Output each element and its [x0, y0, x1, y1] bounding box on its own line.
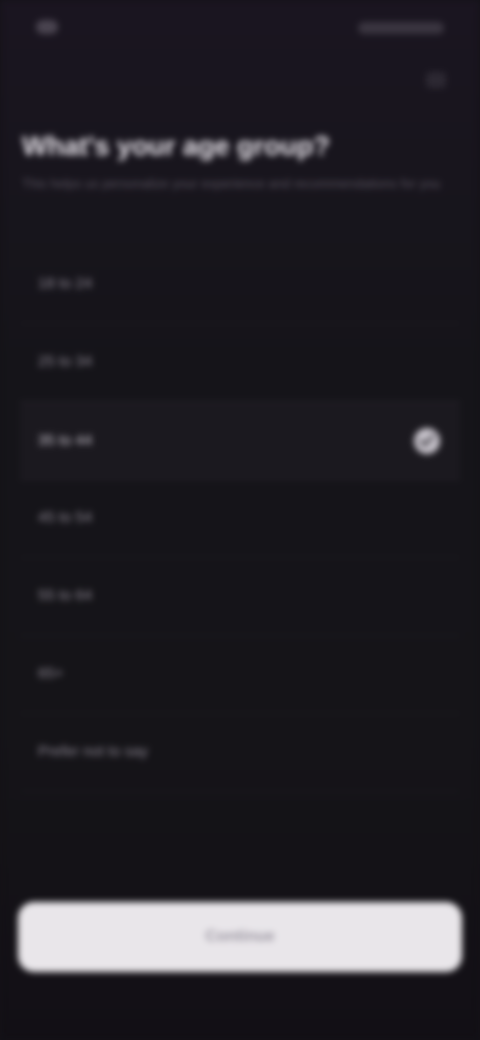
- age-option-label: 25 to 34: [38, 353, 93, 370]
- check-icon: [414, 428, 440, 454]
- status-bar: [0, 0, 480, 62]
- page-subtitle: This helps us personalize your experienc…: [22, 176, 441, 191]
- age-option[interactable]: 65+: [20, 636, 460, 714]
- age-option-label: 55 to 64: [38, 587, 93, 604]
- age-option[interactable]: 45 to 54: [20, 480, 460, 558]
- age-option-label: 18 to 24: [38, 275, 93, 292]
- skip-icon[interactable]: [426, 72, 446, 88]
- continue-button[interactable]: Continue: [18, 902, 462, 972]
- status-icons: [358, 22, 444, 34]
- age-option-label: Prefer not to say: [38, 743, 149, 760]
- status-time: [36, 20, 58, 34]
- age-option[interactable]: 25 to 34: [20, 324, 460, 402]
- age-option[interactable]: 55 to 64: [20, 558, 460, 636]
- age-option[interactable]: 18 to 24: [20, 246, 460, 324]
- age-option-selected[interactable]: 35 to 44: [20, 402, 460, 480]
- age-option-label: 45 to 54: [38, 509, 93, 526]
- age-option[interactable]: Prefer not to say: [20, 714, 460, 792]
- onboarding-screen: What's your age group? This helps us per…: [0, 0, 480, 1040]
- age-option-list: 18 to 24 25 to 34 35 to 44 45 to 54 55 t…: [20, 246, 460, 792]
- age-option-label: 65+: [38, 665, 64, 682]
- footer: Continue: [18, 902, 462, 972]
- page-title: What's your age group?: [22, 131, 330, 161]
- age-option-label: 35 to 44: [38, 432, 93, 449]
